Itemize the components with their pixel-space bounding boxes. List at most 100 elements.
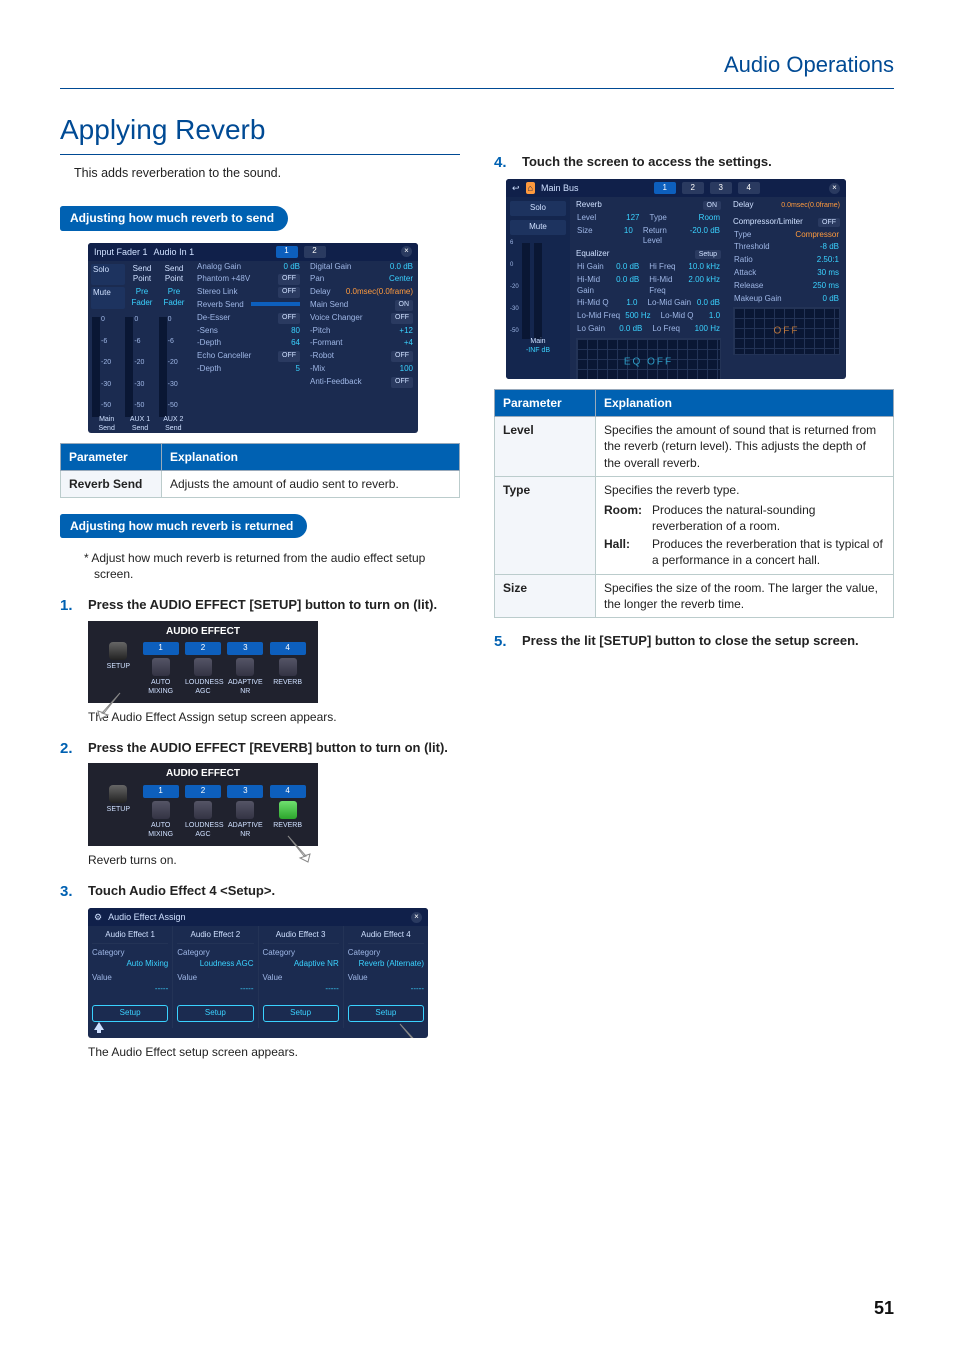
reverb-on-badge[interactable]: ON [703, 201, 722, 210]
step-1: 1. Press the AUDIO EFFECT [SETUP] button… [60, 596, 460, 616]
th-parameter-2: Parameter [495, 389, 596, 416]
solo-button[interactable]: Solo [91, 264, 125, 286]
mb-solo-button[interactable]: Solo [510, 201, 566, 216]
th-parameter: Parameter [61, 443, 162, 470]
param-row: -RobotOFF [305, 350, 418, 363]
pill-send: Adjusting how much reverb to send [60, 206, 288, 230]
send-point-label-2: Send Point [159, 264, 189, 286]
param-row: TypeCompressor [729, 229, 844, 242]
home-icon[interactable]: ⌂ [526, 182, 535, 194]
size-exp: Specifies the size of the room. The larg… [596, 574, 894, 617]
reverb-send-exp: Adjusts the amount of audio sent to reve… [162, 470, 460, 497]
shot1-right-col: Digital Gain0.0 dBPanCenterDelay0.0msec(… [305, 261, 418, 433]
back-icon[interactable]: ↩ [512, 182, 520, 194]
eq-setup-badge[interactable]: Setup [695, 250, 721, 259]
setup-touch-button[interactable]: Setup [177, 1005, 253, 1022]
ae2-btn-3[interactable] [236, 801, 254, 819]
param-row: Hi-Mid Q1.0Lo-Mid Gain0.0 dB [572, 297, 725, 310]
mb-tab-2[interactable]: 2 [682, 182, 704, 194]
param-row: Release250 ms [729, 280, 844, 293]
setup-touch-button[interactable]: Setup [348, 1005, 424, 1022]
mb-mute-button[interactable]: Mute [510, 220, 566, 235]
shot1-tab-2[interactable]: 2 [304, 246, 326, 258]
audio-effect-panel-2: AUDIO EFFECT SETUP 1AUTO MIXING 2LOUDNES… [88, 763, 318, 845]
mb-delay-val: 0.0msec(0.0frame) [781, 201, 840, 210]
mb-delay-title: Delay [733, 200, 753, 211]
setup-touch-button[interactable]: Setup [263, 1005, 339, 1022]
param-row: Makeup Gain0 dB [729, 293, 844, 306]
ae2-btn-1[interactable] [152, 801, 170, 819]
up-arrow-icon[interactable] [92, 1020, 106, 1034]
param-row: -Pitch+12 [305, 325, 418, 338]
comp-off-badge[interactable]: OFF [818, 218, 840, 227]
step-4: 4. Touch the screen to access the settin… [494, 153, 894, 173]
shot1-title-mid: Audio In 1 [154, 246, 195, 258]
intro-text: This adds reverberation to the sound. [60, 165, 460, 182]
return-note: * Adjust how much reverb is returned fro… [84, 550, 460, 582]
assign-col: Audio Effect 3 Category Adaptive NR Valu… [259, 926, 344, 1028]
mb-comp-title: Compressor/Limiter [733, 217, 803, 228]
mb-main-val: -INF dB [510, 346, 566, 355]
param-row: Stereo LinkOFF [192, 286, 305, 299]
shot1-mid-col: Analog Gain0 dBPhantom +48VOFFStereo Lin… [192, 261, 305, 433]
mute-button[interactable]: Mute [91, 287, 125, 309]
param-row: Lo Gain0.0 dBLo Freq100 Hz [572, 323, 725, 336]
close-icon[interactable]: × [401, 246, 412, 257]
page-number: 51 [874, 1296, 894, 1320]
comp-graph-label: OFF [774, 325, 800, 339]
reverb-button[interactable] [279, 801, 297, 819]
pre-fader-2[interactable]: Pre Fader [159, 287, 189, 309]
close-icon[interactable]: × [411, 912, 422, 923]
ae-btn-3[interactable] [236, 658, 254, 676]
param-row: Echo CancellerOFF [192, 350, 305, 363]
mb-tab-1[interactable]: 1 [654, 182, 676, 194]
audio-effect-panel-1: AUDIO EFFECT SETUP 1AUTO MIXING 2LOUDNES… [88, 621, 318, 703]
left-column: Applying Reverb This adds reverberation … [60, 111, 460, 1070]
ae2-btn-2[interactable] [194, 801, 212, 819]
reverb-send-name: Reverb Send [61, 470, 162, 497]
step-2: 2. Press the AUDIO EFFECT [REVERB] butto… [60, 739, 460, 759]
param-row: PanCenter [305, 273, 418, 286]
ae-btn-1[interactable] [152, 658, 170, 676]
param-row: De-EsserOFF [192, 312, 305, 325]
mb-eq-title: Equalizer [576, 249, 609, 260]
param-row: Size10Return Level-20.0 dB [572, 225, 725, 249]
param-row: Anti-FeedbackOFF [305, 376, 418, 389]
eq-graph-label: EQ OFF [624, 355, 673, 369]
pre-fader-1[interactable]: Pre Fader [127, 287, 157, 309]
level-name: Level [495, 417, 596, 477]
param-row: Phantom +48VOFF [192, 273, 305, 286]
gear-icon: ⚙ [94, 911, 102, 923]
return-param-table: Parameter Explanation Level Specifies th… [494, 389, 894, 618]
param-row: Ratio2.50:1 [729, 254, 844, 267]
mb-tab-4[interactable]: 4 [738, 182, 760, 194]
param-row: Analog Gain0 dB [192, 261, 305, 274]
type-exp: Specifies the reverb type. Room: Produce… [596, 476, 894, 574]
param-row: Hi Gain0.0 dBHi Freq10.0 kHz [572, 261, 725, 274]
close-icon[interactable]: × [829, 183, 840, 194]
pill-return: Adjusting how much reverb is returned [60, 514, 307, 538]
param-row: -Depth64 [192, 337, 305, 350]
mb-reverb-title: Reverb [576, 200, 602, 211]
pointer-arrow-icon [90, 691, 130, 721]
assign-col: Audio Effect 2 Category Loudness AGC Val… [173, 926, 258, 1028]
shot1-tab-1[interactable]: 1 [276, 246, 298, 258]
mb-tab-3[interactable]: 3 [710, 182, 732, 194]
param-row: Digital Gain0.0 dB [305, 261, 418, 274]
input-fader-screenshot: Input Fader 1 Audio In 1 1 2 × Solo Send… [88, 243, 418, 433]
ae-btn-4[interactable] [279, 658, 297, 676]
param-row: Level127TypeRoom [572, 212, 725, 225]
pointer-arrow-icon [284, 834, 324, 864]
setup-button[interactable] [109, 642, 127, 660]
th-explanation: Explanation [162, 443, 460, 470]
send-point-label: Send Point [127, 264, 157, 286]
setup-button-2[interactable] [109, 785, 127, 803]
assign-title: Audio Effect Assign [108, 911, 185, 923]
param-row: -Formant+4 [305, 337, 418, 350]
param-row: Delay0.0msec(0.0frame) [305, 286, 418, 299]
aux2-send-label: AUX 2 Send [158, 415, 189, 433]
step-2-sub: Reverb turns on. [88, 852, 460, 868]
param-row: Threshold-8 dB [729, 241, 844, 254]
ae-btn-2[interactable] [194, 658, 212, 676]
param-row: Reverb Send [192, 299, 305, 312]
